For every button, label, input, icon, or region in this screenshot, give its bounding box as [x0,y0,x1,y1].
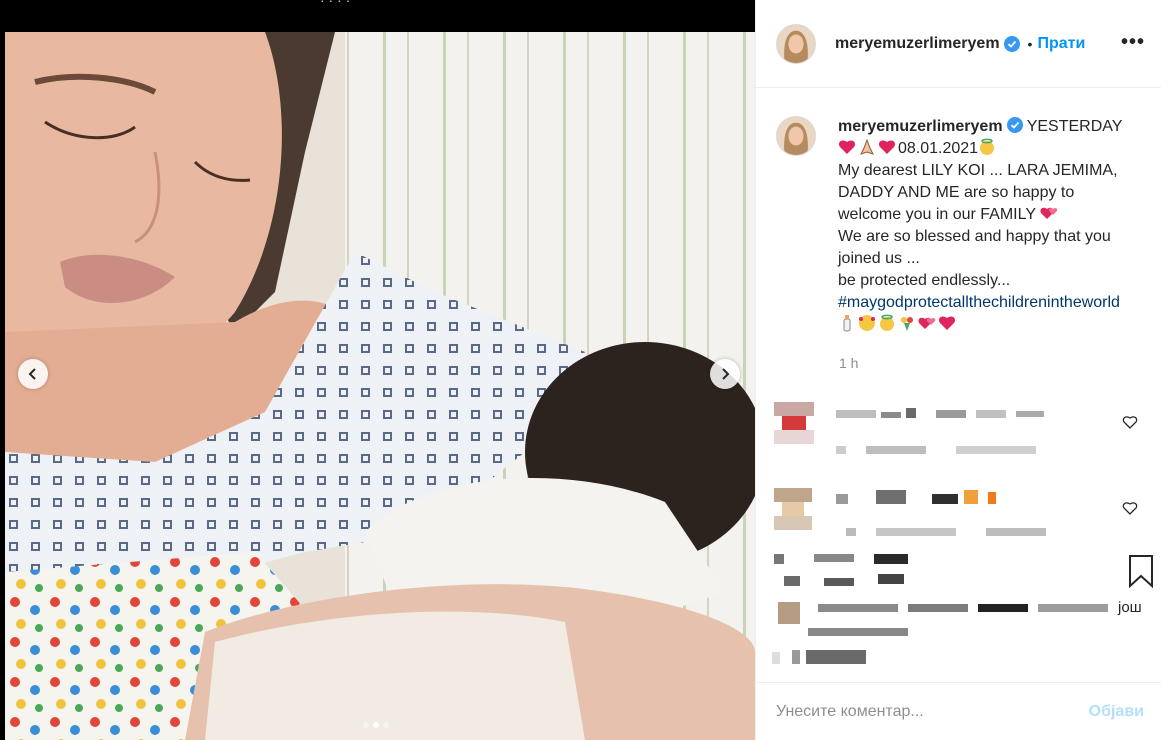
two-hearts-icon [918,317,936,329]
author-username[interactable]: meryemuzerlimeryem [835,35,1000,53]
post-caption: meryemuzerlimeryem YESTERDAY 08.01.2021 … [776,116,1146,336]
bookmark-icon[interactable] [1126,554,1156,588]
caption-text: meryemuzerlimeryem YESTERDAY 08.01.2021 … [838,116,1138,336]
post-media: · · · · [0,0,755,740]
caption-line-3: be protected endlessly... [838,272,1011,289]
like-comment-icon[interactable] [1122,414,1138,430]
praying-hands-icon [860,138,874,155]
comment-text-pixelated [778,602,1108,636]
red-heart-icon [938,316,956,330]
caption-hashtag[interactable]: #maygodprotectallthechildrenintheworld [838,294,1120,311]
chevron-right-icon [722,368,730,380]
red-heart-icon [838,140,856,154]
caption-first-line: YESTERDAY [1026,118,1123,135]
caption-date: 08.01.2021 [898,140,979,157]
red-heart-icon [878,140,896,154]
avatar-image [777,24,815,63]
caption-username[interactable]: meryemuzerlimeryem [838,118,1003,135]
post-time: 1 h [839,355,859,371]
add-comment-bar: Објави [756,682,1161,740]
post-side-panel: meryemuzerlimeryem • Прати ••• meryemuze… [755,0,1161,740]
caption-line-1: My dearest LILY KOI ... LARA JEMIMA, DAD… [838,162,1118,223]
comment-text-pixelated [774,554,908,586]
like-comment-icon[interactable] [1122,500,1138,516]
comment-avatar[interactable] [774,402,814,444]
likes-count-pixelated [772,650,866,664]
verified-badge-icon [1006,117,1023,133]
post-comment-button[interactable]: Објави [1089,703,1144,721]
bouquet-icon [901,317,913,331]
carousel-dot [383,722,389,728]
two-hearts-icon [1040,207,1058,219]
baby-bottle-icon [843,315,851,332]
caption-avatar[interactable] [776,116,816,156]
post-header: meryemuzerlimeryem • Прати ••• [756,0,1161,88]
media-top-text: · · · · [320,0,351,8]
comment-avatar[interactable] [774,488,812,530]
follow-button[interactable]: Прати [1037,35,1085,53]
comment-text-pixelated [836,490,1046,536]
author-avatar[interactable] [776,23,816,64]
comment-more-link[interactable]: још [1118,599,1142,616]
verified-badge-icon [1003,35,1020,52]
carousel-dot [363,722,369,728]
more-options-button[interactable]: ••• [1121,32,1145,52]
carousel-next-button[interactable] [710,359,740,389]
carousel-indicator [363,722,389,728]
angel-face-icon [980,138,995,155]
avatar-image [777,117,815,155]
chevron-left-icon [28,368,36,380]
comment-text-pixelated [836,408,1044,454]
carousel-dot-active [373,722,379,728]
header-separator: • [1027,35,1033,52]
smiling-face-hearts-icon [859,315,875,331]
comment-input[interactable] [776,702,1089,721]
angel-face-icon [880,314,894,331]
caption-line-2: We are so blessed and happy that you joi… [838,228,1111,267]
photo-illustration [5,32,755,740]
post-photo [5,32,755,740]
carousel-prev-button[interactable] [18,359,48,389]
